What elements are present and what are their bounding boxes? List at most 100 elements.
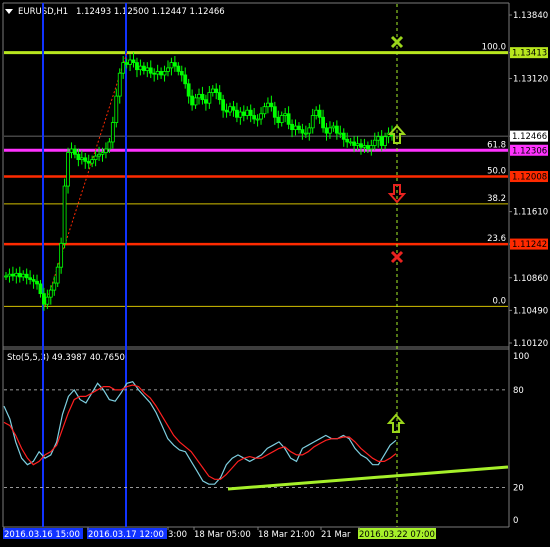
candle-body	[24, 273, 29, 279]
candle-body	[69, 148, 74, 153]
fib-level-label: 50.0	[487, 167, 506, 177]
candle-body	[104, 148, 108, 153]
candle-body	[93, 155, 98, 161]
candle-body	[193, 97, 198, 106]
candle-body	[245, 109, 250, 116]
candle-body	[4, 275, 8, 278]
price-tick-label: 1.10490	[513, 306, 548, 316]
candle-body	[238, 111, 243, 118]
candle-body	[379, 136, 384, 146]
time-axis-label: 21 Mar	[321, 530, 351, 540]
chart-window[interactable]: EURUSD,H1 1.12493 1.12500 1.12447 1.1246…	[0, 0, 550, 547]
candle-body	[210, 88, 215, 93]
candle-body	[345, 138, 350, 143]
chart-frame	[2, 2, 510, 528]
candle-body	[338, 132, 343, 135]
candle-body	[290, 123, 294, 131]
candle-body	[359, 143, 363, 148]
ohlc-readout: 1.12493 1.12500 1.12447 1.12466	[76, 7, 225, 17]
candle-body	[62, 185, 67, 244]
candle-body	[269, 102, 274, 108]
candle-body	[235, 109, 239, 118]
candle-body	[272, 106, 277, 118]
candle-body	[252, 115, 257, 120]
price-tick-label: 1.10860	[513, 274, 548, 284]
candle-body	[200, 93, 205, 101]
stochastic-buy-arrow-icon	[386, 413, 406, 433]
fib-price-tag-label: 1.13413	[512, 49, 547, 59]
candle-body	[35, 280, 39, 285]
fib-price-tag-label: 1.12008	[512, 173, 547, 183]
candle-body	[14, 272, 19, 277]
candle-body	[355, 143, 360, 146]
price-tick-label: 1.13120	[513, 74, 548, 84]
time-axis-label: 18 Mar 05:00	[194, 530, 251, 540]
candle-body	[17, 272, 22, 278]
sell-arrow-icon	[387, 184, 407, 204]
candle-body	[186, 83, 191, 97]
price-tick-label: 1.13840	[513, 11, 548, 21]
candle-body	[135, 62, 139, 71]
candle-body	[90, 159, 95, 164]
candle-body	[307, 127, 312, 134]
take-profit-cross-icon	[390, 35, 404, 49]
candle-body	[262, 106, 267, 115]
candle-body	[73, 148, 77, 155]
candle-body	[162, 71, 167, 76]
candle-body	[10, 273, 15, 277]
stochastic-tick-label: 80	[513, 386, 524, 396]
candle-body	[297, 125, 301, 131]
candle-body	[376, 136, 381, 141]
candle-body	[190, 95, 195, 106]
candle-body	[279, 115, 284, 123]
time-axis-label: 2016.03.17 12:00	[88, 530, 164, 540]
stochastic-main-line	[3, 381, 397, 485]
candle-body	[55, 266, 60, 284]
candle-body	[328, 127, 332, 134]
stochastic-signal-line	[3, 384, 397, 480]
symbol-dropdown-icon[interactable]	[5, 9, 13, 14]
candle-body	[203, 99, 208, 104]
candle-body	[31, 279, 36, 282]
candle-body	[166, 67, 170, 72]
candle-body	[121, 62, 126, 74]
candle-body	[217, 92, 222, 101]
candle-body	[334, 125, 339, 134]
candle-body	[155, 71, 160, 75]
candle-body	[52, 282, 57, 291]
candle-body	[321, 116, 325, 129]
time-axis-label: 2016.03.16 15:00	[4, 530, 80, 540]
candle-body	[114, 95, 119, 123]
candle-body	[365, 145, 370, 150]
candle-body	[117, 72, 122, 97]
candle-body	[300, 129, 305, 134]
candle-body	[21, 273, 26, 278]
time-axis-label: 18 Mar 21:00	[258, 530, 315, 540]
candle-body	[42, 293, 46, 305]
candle-body	[266, 102, 270, 108]
candle-body	[179, 71, 184, 76]
stochastic-title: Sto(5,5,3) 49.3987 40.7650	[7, 353, 125, 363]
candle-body	[228, 106, 232, 113]
candle-body	[324, 127, 329, 134]
fib-level-label: 100.0	[482, 43, 506, 53]
chart-canvas[interactable]: EURUSD,H1 1.12493 1.12500 1.12447 1.1246…	[0, 0, 550, 547]
candle-body	[7, 273, 12, 277]
candle-body	[169, 62, 174, 69]
candle-body	[207, 92, 212, 104]
candle-body	[255, 118, 260, 121]
candle-body	[224, 109, 229, 113]
candle-body	[293, 125, 298, 131]
candle-body	[241, 111, 246, 116]
candle-body	[314, 109, 319, 116]
candle-body	[86, 160, 91, 164]
candle-body	[372, 139, 377, 146]
candle-body	[66, 152, 70, 187]
candle-body	[124, 62, 129, 65]
candle-body	[197, 93, 201, 99]
candle-body	[310, 115, 315, 129]
candle-body	[283, 113, 288, 116]
candle-body	[259, 113, 263, 120]
candle-body	[176, 65, 181, 72]
candle-body	[45, 296, 50, 305]
